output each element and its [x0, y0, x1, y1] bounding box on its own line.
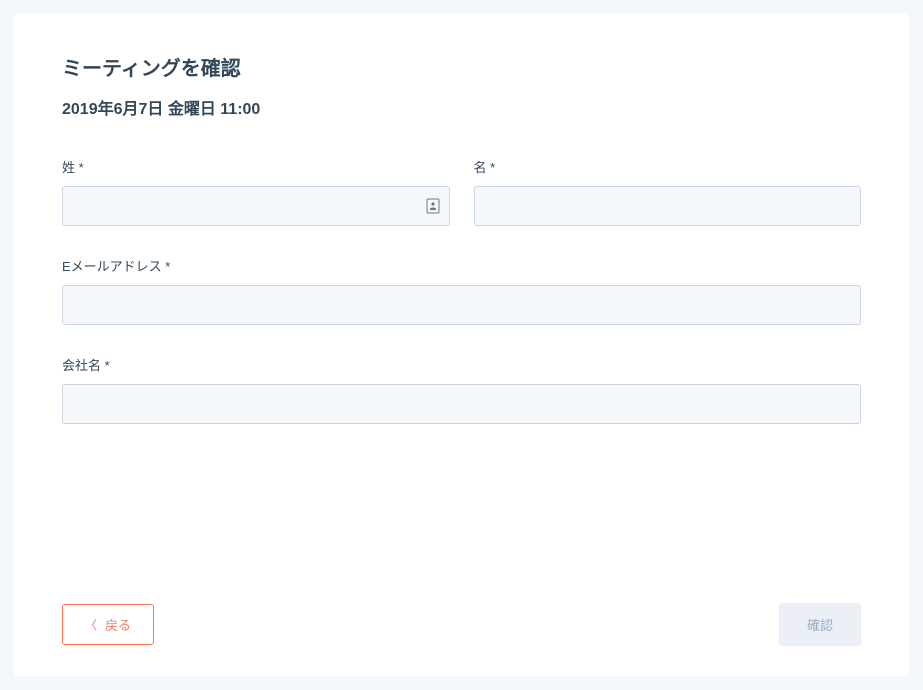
email-input[interactable] — [62, 285, 861, 325]
back-button[interactable]: 〈 戻る — [62, 604, 154, 645]
email-label: Eメールアドレス * — [62, 256, 861, 275]
confirm-button[interactable]: 確認 — [779, 603, 861, 646]
last-name-input[interactable] — [62, 186, 450, 226]
last-name-label: 姓 * — [62, 157, 450, 176]
email-field: Eメールアドレス * — [62, 256, 861, 325]
chevron-left-icon: 〈 — [85, 619, 97, 631]
company-field: 会社名 * — [62, 355, 861, 424]
last-name-input-wrap — [62, 186, 450, 226]
first-name-field: 名 * — [474, 157, 862, 226]
page-title: ミーティングを確認 — [62, 52, 861, 81]
first-name-label: 名 * — [474, 157, 862, 176]
back-button-label: 戻る — [105, 615, 131, 634]
footer-actions: 〈 戻る 確認 — [62, 603, 861, 646]
company-input[interactable] — [62, 384, 861, 424]
meeting-confirm-card: ミーティングを確認 2019年6月7日 金曜日 11:00 姓 * 名 * Eメ… — [14, 14, 909, 676]
meeting-datetime: 2019年6月7日 金曜日 11:00 — [62, 95, 861, 119]
first-name-input[interactable] — [474, 186, 862, 226]
name-row: 姓 * 名 * — [62, 157, 861, 226]
company-label: 会社名 * — [62, 355, 861, 374]
last-name-field: 姓 * — [62, 157, 450, 226]
